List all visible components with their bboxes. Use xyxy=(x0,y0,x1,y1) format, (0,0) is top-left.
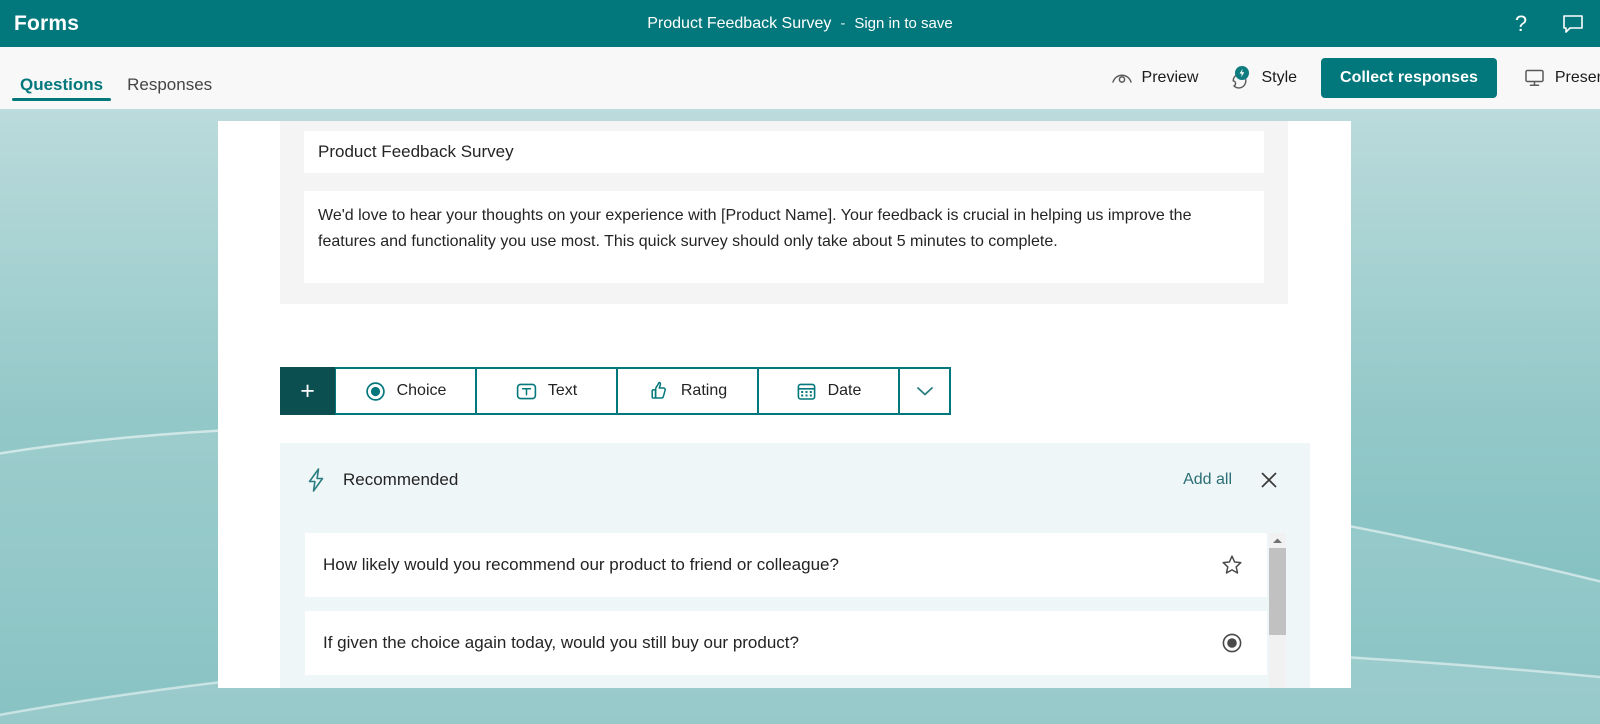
rating-label: Rating xyxy=(680,382,728,399)
present-label: Present xyxy=(1554,69,1600,86)
recommended-scrollbar[interactable] xyxy=(1269,533,1286,688)
preview-label: Preview xyxy=(1141,69,1199,86)
tab-strip: Questions Responses xyxy=(12,47,220,109)
lightning-bolt-icon xyxy=(305,467,327,493)
question-type-text[interactable]: Text xyxy=(476,367,617,415)
add-all-button[interactable]: Add all xyxy=(1175,467,1240,493)
eye-preview-icon xyxy=(1111,70,1133,86)
command-bar: Questions Responses Preview Style Collec… xyxy=(0,47,1600,109)
add-question-plus-button[interactable]: + xyxy=(280,367,335,415)
list-item[interactable]: How likely would you recommend our produ… xyxy=(305,533,1267,597)
radio-choice-glyph xyxy=(1222,633,1242,653)
form-title-header: Product Feedback Survey xyxy=(647,14,832,32)
calendar-date-icon xyxy=(796,381,817,402)
add-question-toolbar: + Choice Text Rating Date xyxy=(280,367,951,415)
present-button[interactable]: Present xyxy=(1509,60,1600,96)
help-question-glyph: ? xyxy=(1514,10,1528,36)
chevron-down-icon xyxy=(915,384,935,398)
recommended-question-text: How likely would you recommend our produ… xyxy=(323,555,839,574)
form-header-card xyxy=(280,121,1288,304)
radio-choice-glyph xyxy=(365,381,385,401)
app-brand-forms[interactable]: Forms xyxy=(14,12,79,36)
chevron-down-glyph xyxy=(916,387,933,396)
radio-choice-icon[interactable] xyxy=(1219,630,1245,656)
eye-glyph xyxy=(1111,74,1132,83)
command-bar-actions: Preview Style Collect responses Prese xyxy=(1097,47,1600,109)
text-box-glyph xyxy=(516,383,537,399)
top-bar-center-group: Product Feedback Survey - Sign in to sav… xyxy=(0,0,1600,47)
style-glyph xyxy=(1232,66,1250,89)
star-glyph xyxy=(1222,555,1242,574)
close-x-glyph xyxy=(1261,472,1277,488)
recommended-question-list: How likely would you recommend our produ… xyxy=(305,533,1267,688)
lightning-bolt-glyph xyxy=(308,468,324,492)
form-title-input[interactable] xyxy=(304,131,1264,173)
collect-responses-button[interactable]: Collect responses xyxy=(1321,58,1497,98)
choice-label: Choice xyxy=(396,382,447,399)
present-glyph xyxy=(1525,69,1544,86)
style-label: Style xyxy=(1261,69,1298,86)
list-item[interactable]: If given the choice again today, would y… xyxy=(305,611,1267,675)
top-app-bar: Forms Product Feedback Survey - Sign in … xyxy=(0,0,1600,47)
style-button[interactable]: Style xyxy=(1212,57,1311,99)
calendar-glyph xyxy=(797,383,815,400)
top-bar-right-group: ? xyxy=(1506,0,1588,47)
text-label: Text xyxy=(547,382,578,399)
tab-responses[interactable]: Responses xyxy=(119,75,220,109)
thumbs-up-rating-icon xyxy=(648,380,670,402)
thumbs-up-glyph xyxy=(651,381,666,399)
recommended-title: Recommended xyxy=(343,470,459,489)
close-recommended-icon[interactable] xyxy=(1256,467,1282,493)
tab-questions[interactable]: Questions xyxy=(12,75,112,109)
scroll-up-arrow-icon[interactable] xyxy=(1269,533,1286,548)
sign-in-to-save-link[interactable]: Sign in to save xyxy=(854,15,952,32)
speech-bubble-glyph xyxy=(1563,14,1583,33)
recommended-header: Recommended Add all xyxy=(280,443,1310,517)
recommended-question-text: If given the choice again today, would y… xyxy=(323,633,799,652)
feedback-speech-bubble-icon[interactable] xyxy=(1558,9,1588,39)
preview-button[interactable]: Preview xyxy=(1097,61,1213,95)
scroll-up-arrow-glyph xyxy=(1273,538,1282,543)
help-icon[interactable]: ? xyxy=(1506,9,1536,39)
radio-choice-icon xyxy=(365,381,386,402)
question-type-rating[interactable]: Rating xyxy=(617,367,758,415)
text-t-box-icon xyxy=(516,381,537,402)
question-type-date[interactable]: Date xyxy=(758,367,899,415)
title-separator: - xyxy=(840,15,846,32)
question-type-choice[interactable]: Choice xyxy=(335,367,476,415)
scrollbar-thumb[interactable] xyxy=(1269,548,1286,635)
star-rating-icon[interactable] xyxy=(1219,552,1245,578)
style-palette-lightning-icon xyxy=(1226,65,1252,91)
more-question-types-button[interactable] xyxy=(899,367,951,415)
date-label: Date xyxy=(827,382,862,399)
recommended-panel: Recommended Add all How likely would you… xyxy=(280,443,1310,688)
present-screen-icon xyxy=(1523,68,1546,88)
form-description-input[interactable] xyxy=(304,191,1264,283)
form-editor-panel: + Choice Text xyxy=(218,121,1351,688)
